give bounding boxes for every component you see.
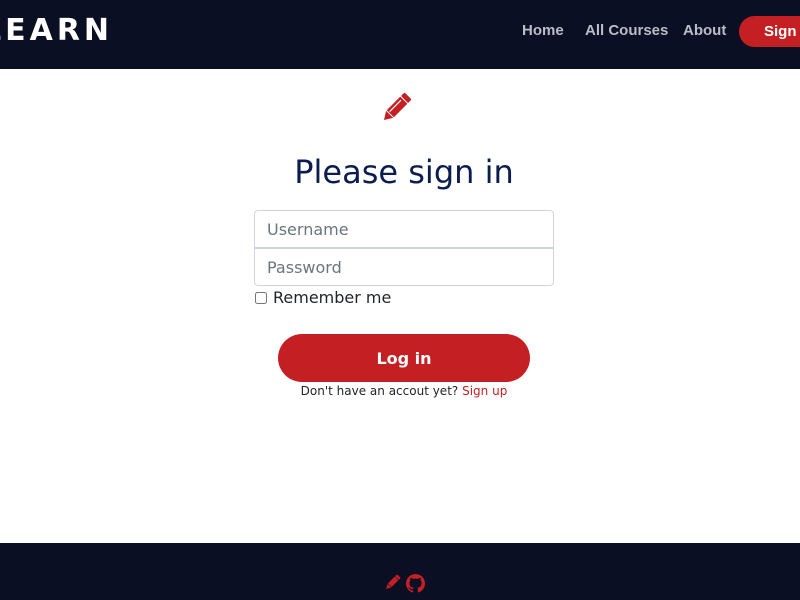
remember-me-row: Remember me xyxy=(255,289,391,307)
signup-link[interactable]: Sign up xyxy=(462,384,507,398)
signup-prompt: Don't have an accout yet? Sign up xyxy=(0,384,800,399)
navbar: LEARN Home All Courses About Sign up xyxy=(0,0,800,69)
nav-signup-button[interactable]: Sign up xyxy=(739,16,800,47)
pencil-icon xyxy=(383,92,412,121)
password-input[interactable] xyxy=(254,248,554,286)
nav-home-link[interactable]: Home xyxy=(522,22,564,40)
brand-logo[interactable]: LEARN xyxy=(0,14,113,48)
remember-me-checkbox[interactable] xyxy=(255,292,267,304)
signin-form-area xyxy=(0,69,800,543)
login-button[interactable]: Log in xyxy=(278,334,530,382)
github-icon[interactable] xyxy=(406,574,425,593)
username-input[interactable] xyxy=(254,210,554,248)
remember-me-label[interactable]: Remember me xyxy=(273,289,391,307)
pencil-icon[interactable] xyxy=(383,573,402,592)
nav-about-link[interactable]: About xyxy=(683,22,726,40)
page-title: Please sign in xyxy=(294,153,514,191)
signup-prompt-text: Don't have an accout yet? xyxy=(300,384,459,398)
nav-all-courses-link[interactable]: All Courses xyxy=(585,22,668,40)
